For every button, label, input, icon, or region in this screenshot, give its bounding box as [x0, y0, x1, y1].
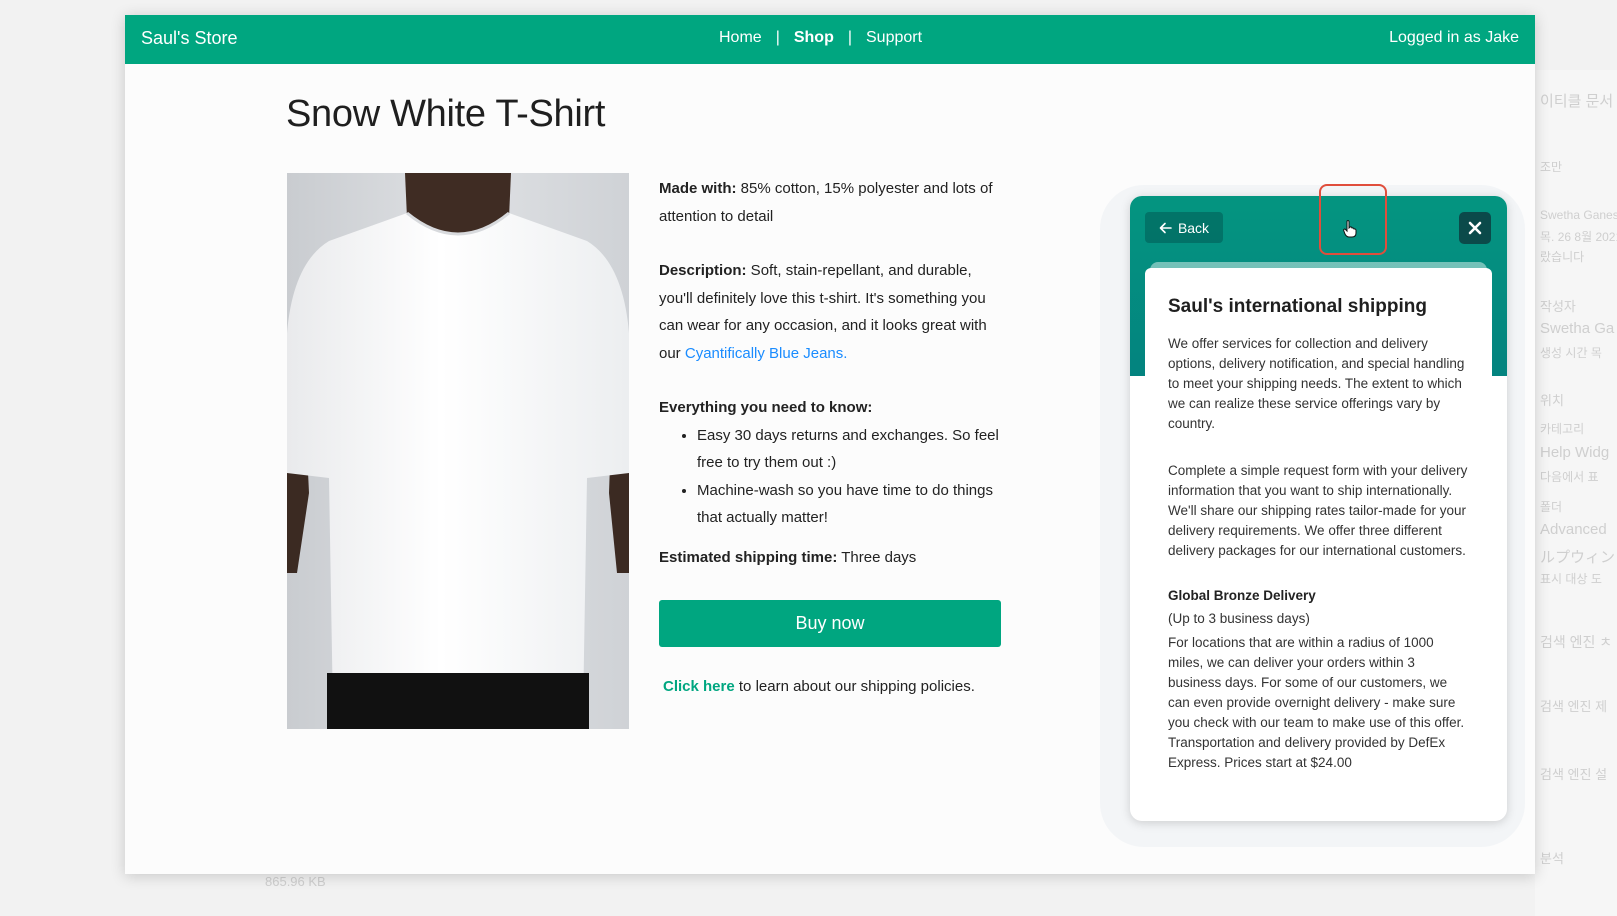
background-label: 작성자 — [1540, 299, 1576, 314]
shipping-time: Estimated shipping time: Three days — [659, 544, 1004, 572]
background-label: Swetha Ga — [1540, 320, 1615, 337]
made-with-paragraph: Made with: 85% cotton, 15% polyester and… — [659, 175, 1004, 230]
shipping-policy-note: Click here to learn about our shipping p… — [663, 678, 975, 695]
back-button[interactable]: Back — [1145, 212, 1223, 243]
background-label: 검색 엔진 설 — [1540, 767, 1608, 782]
background-label: Swetha Ganesan — [1540, 208, 1617, 222]
product-title: Snow White T-Shirt — [286, 93, 606, 135]
hand-cursor-icon — [1343, 220, 1357, 238]
shipping-policy-link[interactable]: Click here — [663, 678, 735, 695]
background-label: 표시 대상 도 — [1540, 572, 1602, 586]
list-item: Machine-wash so you have time to do thin… — [697, 477, 1004, 532]
shipping-time-label: Estimated shipping time: — [659, 548, 838, 566]
product-image — [287, 173, 629, 729]
background-label: 위치 — [1540, 393, 1564, 408]
background-label: 검색 엔진 제 — [1540, 699, 1608, 714]
know-label: Everything you need to know: — [659, 399, 873, 416]
article-fade — [1145, 788, 1492, 821]
article-title: Saul's international shipping — [1168, 296, 1427, 317]
background-label: 조만 — [1540, 160, 1563, 174]
background-label: 이티클 문서 — [1540, 93, 1614, 110]
background-panel — [1535, 70, 1617, 916]
list-item: Easy 30 days returns and exchanges. So f… — [697, 422, 1004, 477]
jeans-link[interactable]: Cyantifically Blue Jeans. — [685, 345, 848, 362]
article-paragraph: We offer services for collection and del… — [1168, 336, 1465, 431]
background-file-size: 865.96 KB — [265, 874, 326, 889]
background-label: 다음에서 표 — [1540, 470, 1599, 484]
nav-support-link[interactable]: Support — [866, 29, 922, 47]
shipping-time-value: Three days — [837, 548, 917, 566]
section-text: For locations that are within a radius o… — [1168, 635, 1465, 770]
background-label: Help Widg — [1540, 444, 1610, 461]
store-brand[interactable]: Saul's Store — [141, 28, 238, 49]
background-label: 분석 — [1540, 851, 1564, 866]
description-label: Description: — [659, 262, 747, 279]
section-title: Global Bronze Delivery — [1168, 588, 1316, 603]
close-icon — [1468, 221, 1482, 235]
store-window: Saul's Store Home | Shop | Support Logge… — [125, 15, 1535, 874]
description-paragraph: Description: Soft, stain-repellant, and … — [659, 257, 1004, 367]
navbar: Saul's Store Home | Shop | Support Logge… — [125, 15, 1535, 64]
made-with-label: Made with: — [659, 180, 737, 197]
article-card: Saul's international shipping We offer s… — [1145, 268, 1492, 821]
buy-now-button[interactable]: Buy now — [659, 600, 1001, 647]
back-label: Back — [1177, 219, 1210, 236]
background-label: 생성 시간 목 — [1540, 346, 1602, 360]
shipping-policy-text: to learn about our shipping policies. — [734, 678, 975, 695]
nav-separator: | — [847, 29, 852, 46]
nav-shop-link[interactable]: Shop — [794, 29, 834, 47]
feature-list: Easy 30 days returns and exchanges. So f… — [659, 422, 1004, 532]
help-widget: Back Saul's international shipping We of… — [1130, 196, 1507, 821]
background-label: 폴더 — [1540, 500, 1563, 514]
background-label: ルプウィン — [1540, 549, 1616, 566]
product-details: Made with: 85% cotton, 15% polyester and… — [659, 175, 1004, 571]
close-button[interactable] — [1459, 212, 1491, 244]
background-label: Advanced — [1540, 521, 1607, 538]
know-heading: Everything you need to know: — [659, 394, 1004, 422]
background-label: 카테고리 — [1540, 422, 1585, 436]
background-label: 랐습니다 — [1540, 250, 1585, 264]
section-subtitle: (Up to 3 business days) — [1168, 611, 1310, 626]
article-paragraph: Complete a simple request form with your… — [1168, 463, 1468, 558]
background-label: 검색 엔진 ㅊ — [1540, 634, 1613, 650]
nav-home-link[interactable]: Home — [719, 29, 762, 47]
nav-links: Home | Shop | Support — [719, 29, 922, 47]
nav-separator: | — [775, 29, 780, 46]
background-label: 목. 26 8월 2021 — [1540, 230, 1617, 244]
arrow-left-icon — [1159, 222, 1172, 234]
logged-in-user[interactable]: Logged in as Jake — [1389, 29, 1519, 47]
